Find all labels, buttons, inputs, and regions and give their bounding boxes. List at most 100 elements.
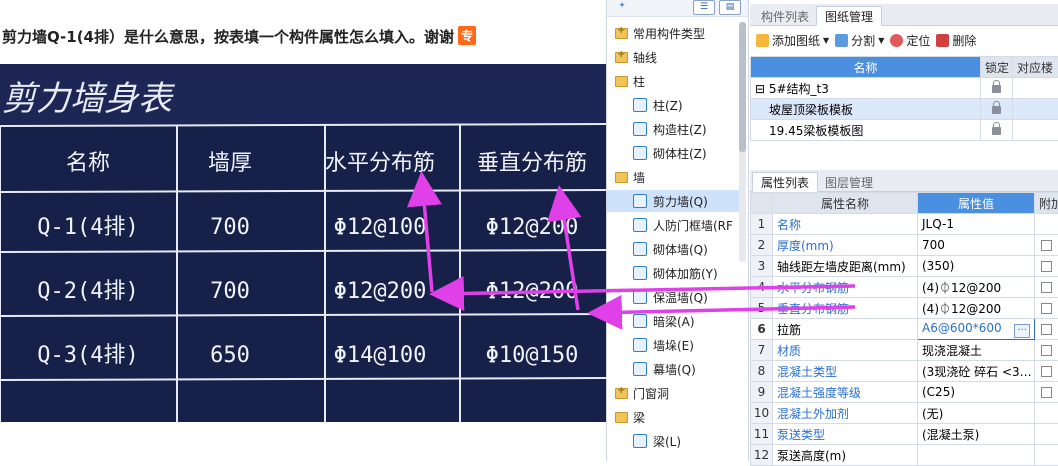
tree-item[interactable]: 梁(L): [607, 430, 739, 452]
component-icon: [633, 314, 647, 328]
extra-cell[interactable]: [1035, 214, 1058, 235]
tab-drawing-manager[interactable]: 图纸管理: [816, 6, 882, 26]
tree-scroll-thumb[interactable]: [739, 22, 746, 152]
extra-cell[interactable]: [1035, 277, 1058, 298]
extra-cell[interactable]: [1035, 298, 1058, 319]
property-value[interactable]: JLQ-1: [918, 214, 1035, 235]
lock-cell[interactable]: [981, 99, 1013, 120]
property-value[interactable]: (3现浇砼 碎石 <3…: [918, 361, 1035, 382]
expand-icon[interactable]: ✦: [611, 0, 633, 15]
locate-button[interactable]: 定位: [890, 32, 930, 49]
checkbox[interactable]: [1041, 345, 1052, 356]
property-row[interactable]: 11泵送类型(混凝土泵): [751, 424, 1058, 445]
delete-button[interactable]: 删除: [936, 32, 976, 49]
extra-cell[interactable]: [1035, 403, 1058, 424]
property-value[interactable]: (C25): [918, 382, 1035, 403]
component-icon: [633, 122, 647, 136]
property-row[interactable]: 8混凝土类型(3现浇砼 碎石 <3…: [751, 361, 1058, 382]
checkbox[interactable]: [1041, 240, 1052, 251]
tree-item[interactable]: 砌体加筋(Y): [607, 262, 739, 284]
tree-item[interactable]: 墙垛(E): [607, 334, 739, 356]
tree-scrollbar[interactable]: [739, 22, 746, 262]
tree-item[interactable]: 轴线: [607, 46, 739, 68]
property-name: 混凝土强度等级: [773, 382, 918, 403]
property-row[interactable]: 3轴线距左墙皮距离(mm)(350): [751, 256, 1058, 277]
tree-item[interactable]: 剪力墙(Q): [607, 190, 739, 212]
property-row[interactable]: 10混凝土外加剂(无): [751, 403, 1058, 424]
property-value[interactable]: (无): [918, 403, 1035, 424]
property-row[interactable]: 5垂直分布钢筋(4)⏀12@200: [751, 298, 1058, 319]
tree-item-label: 幕墙(Q): [653, 361, 696, 378]
property-value[interactable]: 现浇混凝土: [918, 340, 1035, 361]
chevron-down-icon: ▼: [823, 36, 829, 45]
tree-item[interactable]: 常用构件类型: [607, 22, 739, 44]
tree-item[interactable]: 构造柱(Z): [607, 118, 739, 140]
tree-item[interactable]: 门窗洞: [607, 382, 739, 404]
drawing-row[interactable]: 19.45梁板模板图: [751, 120, 1058, 141]
col-floor[interactable]: 对应楼: [1013, 57, 1058, 78]
property-value[interactable]: (350): [918, 256, 1035, 277]
property-row[interactable]: 2厚度(mm)700: [751, 235, 1058, 256]
add-drawing-button[interactable]: 添加图纸▼: [756, 32, 829, 49]
property-value[interactable]: [918, 445, 1035, 466]
extra-cell[interactable]: [1035, 445, 1058, 466]
drawing-row[interactable]: ⊟ 5#结构_t3: [751, 78, 1058, 99]
property-row[interactable]: 9混凝土强度等级(C25): [751, 382, 1058, 403]
property-row[interactable]: 12泵送高度(m): [751, 445, 1058, 466]
extra-cell[interactable]: [1035, 319, 1058, 340]
tree-item[interactable]: 人防门框墙(RF: [607, 214, 739, 236]
photo-cell: Φ14@100: [334, 343, 427, 368]
extra-cell[interactable]: [1035, 382, 1058, 403]
photo-cell: Φ12@200: [486, 215, 579, 240]
lock-cell[interactable]: [981, 120, 1013, 141]
tab-property-list[interactable]: 属性列表: [752, 172, 818, 192]
checkbox[interactable]: [1041, 324, 1052, 335]
list-view-icon[interactable]: ☰: [693, 0, 715, 15]
photo-cell: Φ12@200: [334, 279, 427, 304]
drawing-row[interactable]: 坡屋顶梁板模板: [751, 99, 1058, 120]
property-value[interactable]: (4)⏀12@200: [918, 298, 1035, 319]
tree-item[interactable]: 幕墙(Q): [607, 358, 739, 380]
checkbox[interactable]: [1041, 366, 1052, 377]
tree-item[interactable]: 砌体柱(Z): [607, 142, 739, 164]
extra-cell[interactable]: [1035, 340, 1058, 361]
tab-component-list[interactable]: 构件列表: [752, 6, 818, 26]
tree-item[interactable]: 梁: [607, 406, 739, 428]
extra-cell[interactable]: [1035, 361, 1058, 382]
property-row[interactable]: 7材质现浇混凝土: [751, 340, 1058, 361]
tree-item-label: 暗梁(A): [653, 313, 695, 330]
split-button[interactable]: 分割▼: [835, 32, 884, 49]
property-value[interactable]: ···A6@600*600: [918, 319, 1035, 340]
extra-cell[interactable]: [1035, 424, 1058, 445]
tree-item[interactable]: 墙: [607, 166, 739, 188]
lock-cell[interactable]: [981, 78, 1013, 99]
property-value[interactable]: (4)⏀12@200: [918, 277, 1035, 298]
ellipsis-icon[interactable]: ···: [1014, 324, 1030, 338]
tree-item[interactable]: 柱(Z): [607, 94, 739, 116]
property-value[interactable]: (混凝土泵): [918, 424, 1035, 445]
property-name: 混凝土类型: [773, 361, 918, 382]
tab-layer-manager[interactable]: 图层管理: [816, 172, 882, 192]
tree-item[interactable]: 暗梁(A): [607, 310, 739, 332]
col-name[interactable]: 名称: [751, 57, 981, 78]
detail-view-icon[interactable]: ▤: [719, 0, 741, 15]
checkbox[interactable]: [1041, 303, 1052, 314]
tree-toolbar: ✦ ☰ ▤: [607, 0, 748, 17]
checkbox[interactable]: [1041, 261, 1052, 272]
property-row[interactable]: 4水平分布钢筋(4)⏀12@200: [751, 277, 1058, 298]
photo-heading: 剪力墙身表: [2, 79, 176, 119]
extra-cell[interactable]: [1035, 235, 1058, 256]
checkbox[interactable]: [1041, 387, 1052, 398]
property-name: 泵送高度(m): [773, 445, 918, 466]
property-value[interactable]: 700: [918, 235, 1035, 256]
component-icon: [633, 290, 647, 304]
checkbox[interactable]: [1041, 282, 1052, 293]
tree-item[interactable]: 砌体墙(Q): [607, 238, 739, 260]
folder-icon: [615, 172, 628, 183]
col-lock[interactable]: 锁定: [981, 57, 1013, 78]
extra-cell[interactable]: [1035, 256, 1058, 277]
tree-item[interactable]: 保温墙(Q): [607, 286, 739, 308]
property-row[interactable]: 1名称JLQ-1: [751, 214, 1058, 235]
property-row[interactable]: 6拉筋···A6@600*600: [751, 319, 1058, 340]
tree-item[interactable]: 柱: [607, 70, 739, 92]
